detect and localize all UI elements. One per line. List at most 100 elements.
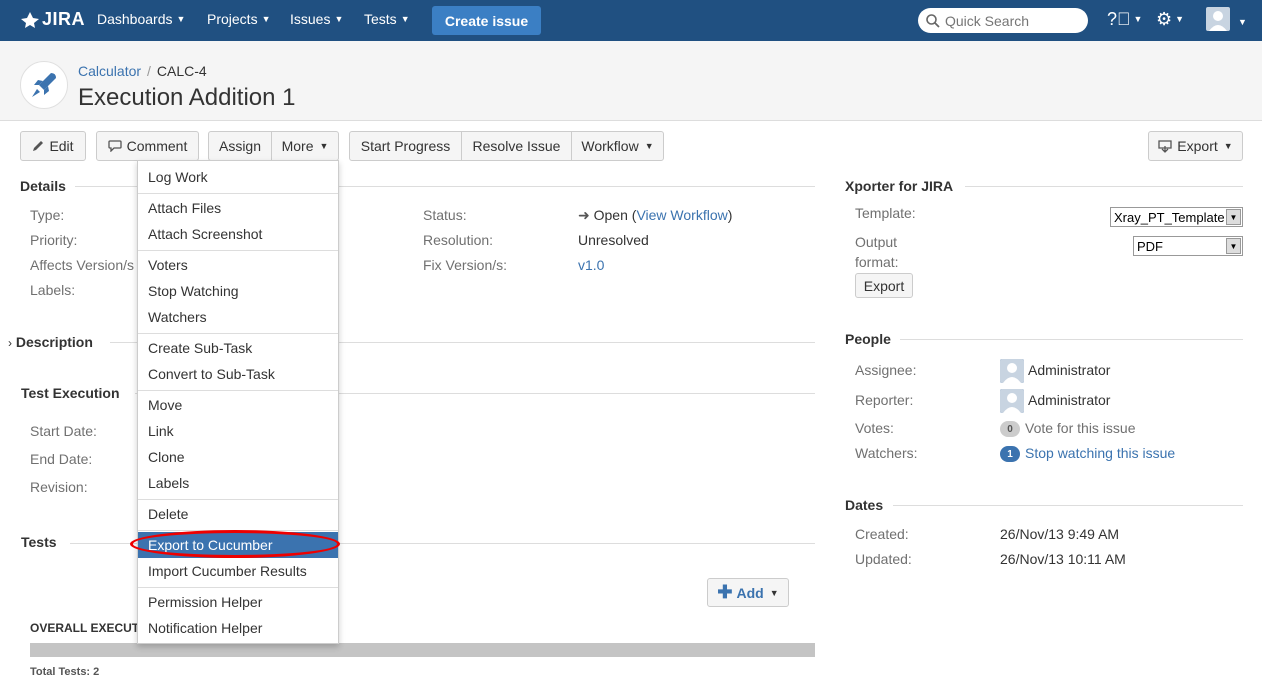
assignee-label: Assignee: (855, 362, 917, 378)
assign-button[interactable]: Assign (208, 131, 272, 161)
resolution-label: Resolution: (423, 232, 494, 248)
chevron-down-icon: ▼ (1175, 14, 1185, 24)
people-heading: People (845, 331, 891, 347)
start-progress-button[interactable]: Start Progress (349, 131, 462, 161)
menu-item-convert-subtask[interactable]: Convert to Sub-Task (138, 361, 338, 387)
breadcrumb-issue-key[interactable]: CALC-4 (157, 63, 207, 79)
export-button[interactable]: Export ▼ (1148, 131, 1243, 161)
chevron-down-icon: ▼ (1223, 141, 1233, 151)
assignee-value[interactable]: Administrator (1028, 362, 1110, 378)
quick-search[interactable] (918, 8, 1088, 33)
add-label: Add (736, 584, 764, 601)
chevron-down-icon: ▼ (334, 14, 344, 24)
menu-item-attach-screenshot[interactable]: Attach Screenshot (138, 221, 338, 247)
nav-projects[interactable]: Projects ▼ (207, 11, 271, 27)
edit-button[interactable]: Edit (20, 131, 86, 161)
user-icon (1000, 359, 1024, 383)
menu-item-labels[interactable]: Labels (138, 470, 338, 496)
pencil-icon (33, 141, 44, 151)
chevron-down-icon: ▼ (261, 14, 271, 24)
template-select[interactable]: Xray_PT_Template ▼ (1110, 207, 1243, 227)
create-issue-button[interactable]: Create issue (432, 6, 541, 35)
menu-item-watchers[interactable]: Watchers (138, 304, 338, 330)
menu-item-notification-helper[interactable]: Notification Helper (138, 615, 338, 641)
menu-item-link[interactable]: Link (138, 418, 338, 444)
template-label: Template: (855, 205, 916, 221)
vote-link[interactable]: Vote for this issue (1025, 420, 1136, 436)
add-test-button[interactable]: ✚ Add ▼ (707, 578, 789, 607)
breadcrumb-project-link[interactable]: Calculator (78, 63, 141, 79)
menu-item-delete[interactable]: Delete (138, 501, 338, 527)
status-label: Status: (423, 207, 467, 223)
more-button[interactable]: More ▼ (271, 131, 339, 161)
jira-logo[interactable]: JIRA (20, 9, 85, 30)
menu-item-clone[interactable]: Clone (138, 444, 338, 470)
breadcrumb: Calculator / CALC-4 (78, 63, 207, 79)
description-heading: Description (15, 334, 93, 350)
output-format-label-1: Output (855, 234, 898, 250)
user-menu-caret[interactable]: ▼ (1235, 12, 1247, 33)
menu-separator (138, 390, 338, 391)
comment-button[interactable]: Comment (96, 131, 199, 161)
reporter-value[interactable]: Administrator (1028, 392, 1110, 408)
chevron-down-icon: ▼ (1226, 238, 1241, 254)
chevron-right-icon: › (8, 336, 12, 350)
votes-count-badge: 0 (1000, 421, 1020, 437)
tests-heading: Tests (21, 534, 57, 550)
plus-icon: ✚ (717, 582, 733, 602)
execution-progress-bar (30, 643, 815, 657)
project-avatar[interactable] (20, 61, 68, 109)
xporter-export-button[interactable]: Export (855, 273, 913, 298)
menu-item-attach-files[interactable]: Attach Files (138, 195, 338, 221)
workflow-button[interactable]: Workflow ▼ (571, 131, 664, 161)
description-toggle[interactable]: › Description (8, 334, 93, 350)
nav-tests[interactable]: Tests ▼ (364, 11, 410, 27)
menu-separator (138, 193, 338, 194)
admin-menu[interactable]: ⚙ ▼ (1156, 9, 1184, 30)
resolve-issue-button[interactable]: Resolve Issue (461, 131, 572, 161)
created-value: 26/Nov/13 9:49 AM (1000, 526, 1120, 542)
chevron-down-icon: ▼ (176, 14, 186, 24)
user-avatar[interactable] (1206, 7, 1230, 31)
status-value: ➜ Open (View Workflow) (578, 207, 733, 223)
page-title: Execution Addition 1 (78, 84, 296, 111)
menu-item-create-subtask[interactable]: Create Sub-Task (138, 335, 338, 361)
menu-item-move[interactable]: Move (138, 392, 338, 418)
votes-label: Votes: (855, 420, 894, 436)
menu-separator (138, 587, 338, 588)
chevron-down-icon: ▼ (400, 14, 410, 24)
menu-item-permission-helper[interactable]: Permission Helper (138, 589, 338, 615)
menu-item-log-work[interactable]: Log Work (138, 164, 338, 190)
resolution-value: Unresolved (578, 232, 649, 248)
view-workflow-link[interactable]: View Workflow (636, 207, 727, 223)
gear-icon: ⚙ (1156, 9, 1173, 29)
affects-version-label: Affects Version/s (30, 257, 135, 273)
test-execution-heading: Test Execution (21, 385, 120, 401)
updated-label: Updated: (855, 551, 912, 567)
xporter-heading: Xporter for JIRA (845, 178, 954, 194)
chevron-down-icon: ▼ (319, 141, 329, 151)
chevron-down-icon: ▼ (1133, 14, 1143, 24)
help-menu[interactable]: ?⃝ ▼ (1107, 9, 1142, 30)
stop-watching-link[interactable]: Stop watching this issue (1025, 445, 1175, 461)
status-text: Open (593, 207, 628, 223)
menu-item-stop-watching[interactable]: Stop Watching (138, 278, 338, 304)
nav-dashboards-label: Dashboards (97, 11, 173, 27)
fix-version-link[interactable]: v1.0 (578, 257, 604, 273)
search-input[interactable] (945, 12, 1085, 29)
divider (893, 505, 1243, 506)
output-format-value: PDF (1137, 238, 1163, 254)
menu-item-export-to-cucumber[interactable]: Export to Cucumber (138, 532, 338, 558)
start-date-label: Start Date: (30, 423, 97, 439)
chevron-down-icon: ▼ (769, 587, 779, 598)
priority-label: Priority: (30, 232, 78, 248)
type-label: Type: (30, 207, 65, 223)
status-open-icon: ➜ (578, 207, 590, 223)
menu-separator (138, 333, 338, 334)
end-date-label: End Date: (30, 451, 93, 467)
menu-item-voters[interactable]: Voters (138, 252, 338, 278)
nav-dashboards[interactable]: Dashboards ▼ (97, 11, 185, 27)
output-format-select[interactable]: PDF ▼ (1133, 236, 1243, 256)
menu-item-import-cucumber-results[interactable]: Import Cucumber Results (138, 558, 338, 584)
nav-issues[interactable]: Issues ▼ (290, 11, 343, 27)
